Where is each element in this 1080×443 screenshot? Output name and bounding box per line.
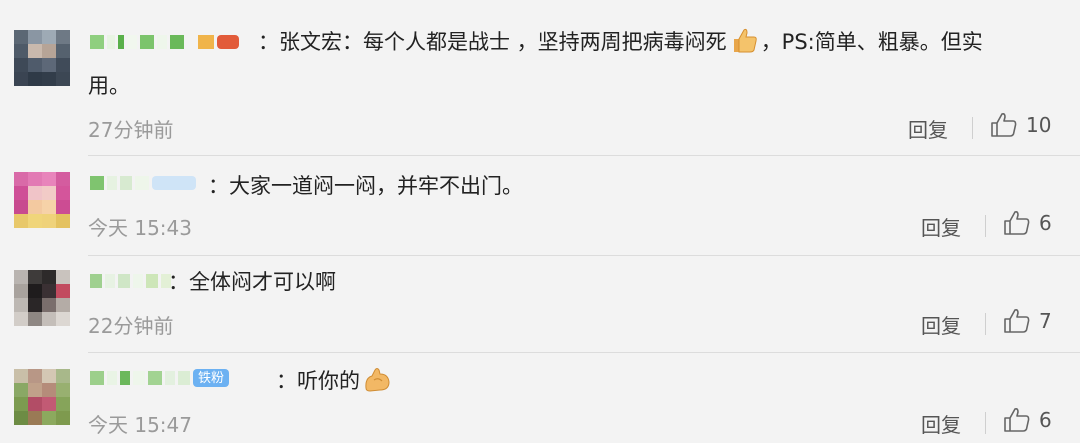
comment-item: 铁粉 ：听你的 今天 15:47 回复 6 xyxy=(0,353,1080,443)
comment-text: ：张文宏：每个人都是战士 ，坚持两周把病毒闷死 ，PS:简单、粗暴。但实 xyxy=(258,22,983,62)
like-count: 10 xyxy=(1026,113,1052,137)
flexed-biceps-emoji-icon xyxy=(362,364,392,394)
comment-time: 今天 15:47 xyxy=(88,413,192,437)
username-blurred[interactable]: 铁粉 xyxy=(90,366,230,390)
username-blurred[interactable] xyxy=(90,171,196,195)
thumbs-up-emoji-icon xyxy=(729,25,759,55)
reply-button[interactable]: 回复 xyxy=(921,409,961,438)
like-count: 7 xyxy=(1039,309,1052,333)
avatar[interactable] xyxy=(14,270,70,328)
comment-text-wrap: 用。 xyxy=(88,74,130,98)
comment-item: ：张文宏：每个人都是战士 ，坚持两周把病毒闷死 ，PS:简单、粗暴。但实 用。 2… xyxy=(0,0,1080,155)
thumbs-up-outline-icon xyxy=(1004,211,1030,235)
avatar[interactable] xyxy=(14,369,70,427)
comment-list: ：张文宏：每个人都是战士 ，坚持两周把病毒闷死 ，PS:简单、粗暴。但实 用。 2… xyxy=(0,0,1080,443)
like-button[interactable]: 6 xyxy=(1003,210,1052,236)
action-divider xyxy=(985,215,986,237)
username-blurred[interactable] xyxy=(90,269,171,293)
action-divider xyxy=(972,117,973,139)
reply-button[interactable]: 回复 xyxy=(921,310,961,339)
comment-item: ：大家一道闷一闷，并牢不出门。 今天 15:43 回复 6 xyxy=(0,156,1080,255)
comment-time: 22分钟前 xyxy=(88,314,174,338)
comment-time: 27分钟前 xyxy=(88,118,174,142)
action-divider xyxy=(985,412,986,434)
avatar[interactable] xyxy=(14,30,70,88)
reply-button[interactable]: 回复 xyxy=(921,212,961,241)
like-button[interactable]: 6 xyxy=(1003,407,1052,433)
comment-text: ：听你的 xyxy=(276,361,394,401)
like-count: 6 xyxy=(1039,408,1052,432)
like-button[interactable]: 7 xyxy=(1003,308,1052,334)
comment-text: ：大家一道闷一闷，并牢不出门。 xyxy=(208,174,523,198)
comment-text: ：全体闷才可以啊 xyxy=(168,270,336,294)
action-divider xyxy=(985,313,986,335)
avatar[interactable] xyxy=(14,172,70,230)
reply-button[interactable]: 回复 xyxy=(908,114,948,143)
like-count: 6 xyxy=(1039,211,1052,235)
username-blurred[interactable] xyxy=(90,30,239,54)
like-button[interactable]: 10 xyxy=(990,112,1051,138)
thumbs-up-outline-icon xyxy=(1004,408,1030,432)
comment-time: 今天 15:43 xyxy=(88,216,192,240)
thumbs-up-outline-icon xyxy=(1004,309,1030,333)
comment-item: ：全体闷才可以啊 22分钟前 回复 7 xyxy=(0,256,1080,352)
thumbs-up-outline-icon xyxy=(991,113,1017,137)
fan-badge: 铁粉 xyxy=(193,369,230,387)
